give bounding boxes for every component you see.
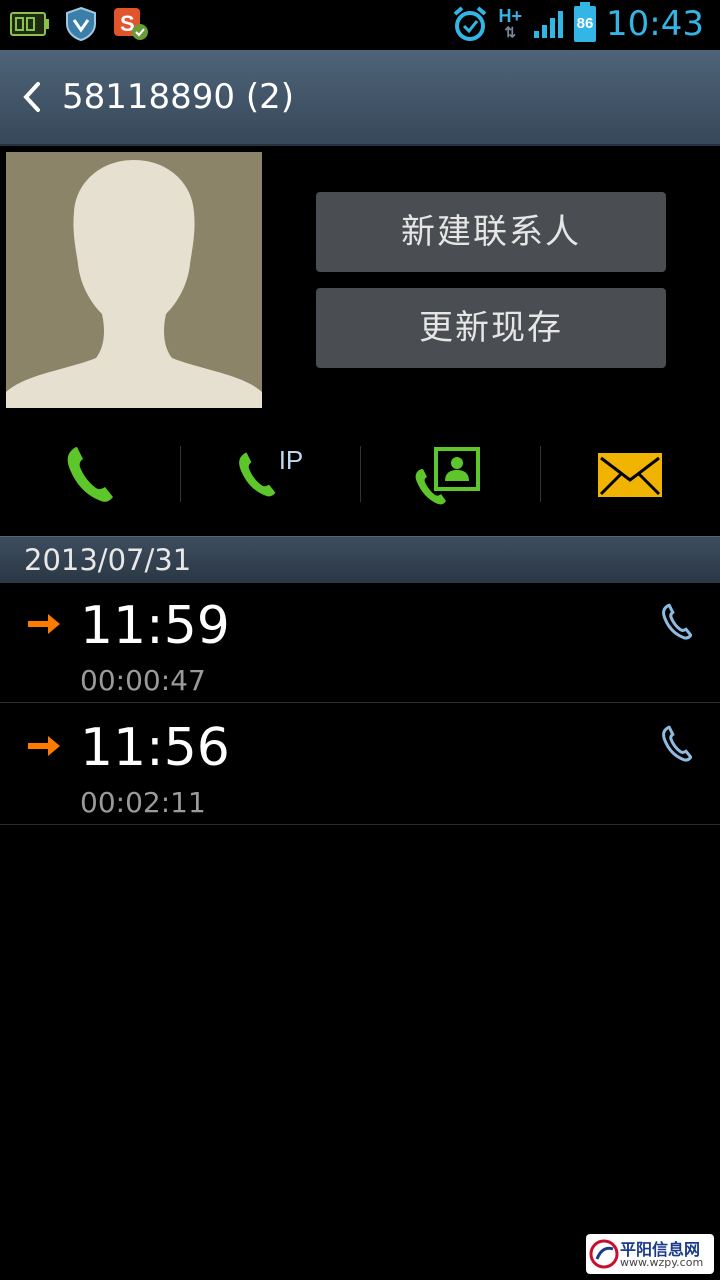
watermark-logo: 平阳信息网 www.wzpy.com [586,1234,714,1274]
default-person-icon [6,160,262,408]
network-hplus-icon: H+ ⇅ [498,6,523,40]
call-duration: 00:00:47 [80,664,206,697]
watermark-url: www.wzpy.com [620,1256,704,1269]
status-bar: S H+ ⇅ 86 10:43 [0,0,720,50]
call-duration: 00:02:11 [80,786,206,819]
redial-phone-icon[interactable] [662,602,692,642]
date-header: 2013/07/31 [0,536,720,583]
battery-indicator-icon [10,12,49,36]
new-contact-button[interactable]: 新建联系人 [316,192,666,272]
redial-phone-icon[interactable] [662,724,692,764]
call-log-row[interactable]: 11:56 00:02:11 [0,704,720,825]
ip-label: IP [278,444,304,475]
ip-call-button[interactable]: IP [180,440,360,510]
sogou-input-icon: S [114,8,148,40]
update-existing-button[interactable]: 更新现存 [316,288,666,368]
call-icon [67,447,113,502]
page-title: 58118890 (2) [62,77,295,117]
message-icon [598,453,662,497]
alarm-icon [453,6,486,41]
network-type-label: H+ [498,6,523,26]
call-button[interactable] [0,440,180,510]
ip-call-icon [238,452,276,497]
shield-icon [66,6,96,42]
outgoing-call-arrow-icon [28,614,60,634]
outgoing-call-arrow-icon [28,736,60,756]
call-time: 11:59 [80,596,230,656]
contact-avatar[interactable] [6,152,262,408]
action-bar: 58118890 (2) [0,50,720,146]
signal-icon [534,11,564,38]
contact-card-call-icon [415,447,480,505]
status-right-icons: H+ ⇅ 86 10:43 [451,2,704,44]
message-button[interactable] [540,440,720,510]
data-arrows-icon: ⇅ [504,24,517,40]
log-date: 2013/07/31 [24,543,192,577]
call-log-row[interactable]: 11:59 00:00:47 [0,582,720,703]
call-time: 11:56 [80,718,230,778]
status-time: 10:43 [606,4,704,44]
back-chevron-icon[interactable] [14,78,54,118]
action-row: IP [0,440,720,510]
battery-icon: 86 [574,2,597,42]
watermark-emblem-icon [589,1239,619,1269]
status-left-icons: S [10,6,150,42]
contact-card-call-button[interactable] [360,440,540,510]
